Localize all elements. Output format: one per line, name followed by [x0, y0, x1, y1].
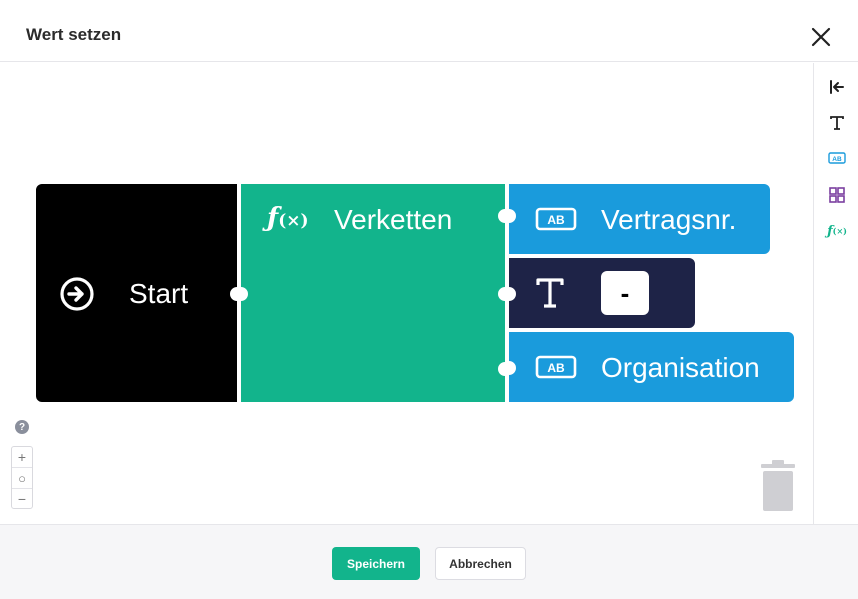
function-icon: ƒ(×): [267, 203, 309, 233]
help-icon[interactable]: ?: [15, 420, 29, 434]
text-block[interactable]: -: [505, 258, 696, 328]
field-block-organisation[interactable]: AB Organisation: [505, 332, 795, 402]
text-value: -: [620, 277, 630, 308]
dialog-title: Wert setzen: [26, 25, 122, 44]
zoom-out-button[interactable]: −: [12, 489, 32, 509]
text-field-icon: AB: [535, 207, 577, 236]
field-label-vertragsnr: Vertragsnr.: [601, 204, 737, 235]
zoom-in-button[interactable]: +: [12, 447, 32, 467]
concat-label: Verketten: [334, 204, 453, 235]
start-label: Start: [129, 278, 189, 309]
collapse-icon[interactable]: [826, 76, 848, 98]
svg-text:AB: AB: [832, 156, 842, 163]
workspace-canvas[interactable]: Start ƒ(×) Verketten AB Vertragsnr. - AB…: [0, 63, 812, 524]
field-label-organisation: Organisation: [601, 352, 760, 383]
function-icon[interactable]: ƒ (×): [826, 220, 848, 242]
text-icon[interactable]: [826, 112, 848, 134]
start-block[interactable]: Start: [36, 184, 244, 402]
zoom-reset-button[interactable]: ○: [12, 468, 32, 488]
toolbox-sidebar: AB ƒ (×): [813, 63, 858, 524]
field-block-vertragsnr[interactable]: AB Vertragsnr.: [505, 184, 771, 254]
grid-icon[interactable]: [826, 184, 848, 206]
dialog-header: Wert setzen: [0, 0, 858, 62]
zoom-controls: + ○ −: [11, 446, 33, 509]
svg-text:AB: AB: [547, 361, 565, 375]
text-value-field[interactable]: -: [601, 271, 649, 315]
concat-block[interactable]: ƒ(×) Verketten: [241, 184, 509, 402]
trash-icon[interactable]: [758, 460, 798, 512]
svg-text:AB: AB: [547, 213, 565, 227]
cancel-button[interactable]: Abbrechen: [435, 547, 526, 580]
dialog-footer: Speichern Abbrechen: [0, 524, 858, 599]
text-field-icon: AB: [535, 355, 577, 384]
text-icon: [535, 277, 565, 314]
close-icon[interactable]: [806, 22, 836, 52]
arrow-circle-right-icon: [60, 277, 94, 316]
text-field-icon[interactable]: AB: [826, 147, 848, 169]
save-button[interactable]: Speichern: [332, 547, 420, 580]
